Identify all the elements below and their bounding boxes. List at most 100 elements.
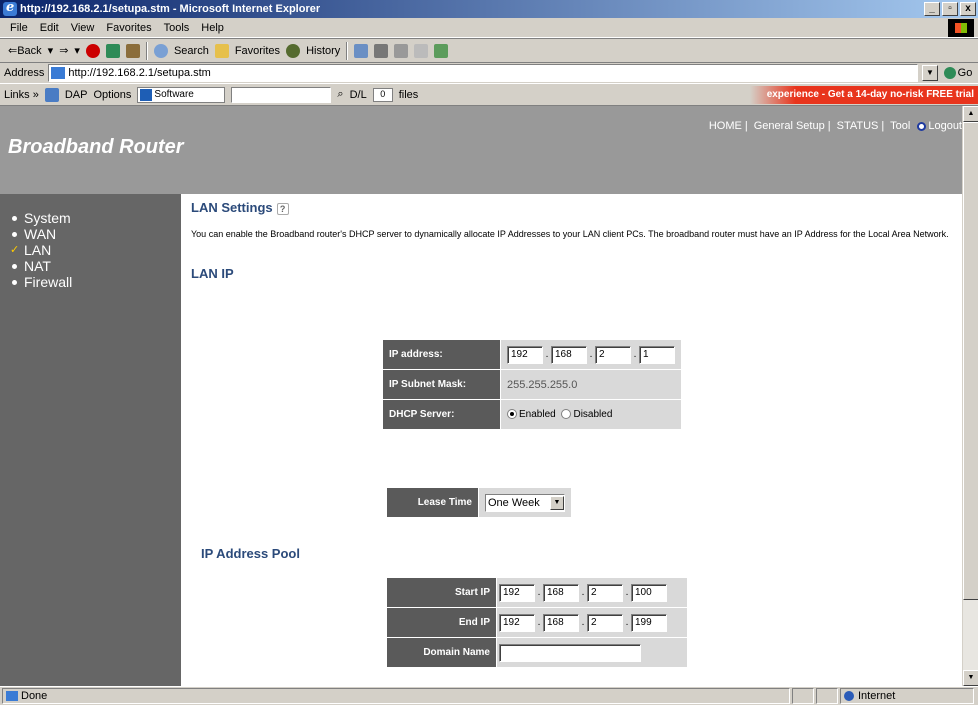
messenger-icon[interactable]	[434, 43, 449, 58]
dhcp-enabled-label: Enabled	[519, 409, 556, 420]
stop-icon[interactable]	[85, 43, 100, 58]
lease-time-field: One Week ▼	[479, 488, 571, 518]
logout-link[interactable]: Logout	[928, 120, 962, 132]
start-ip-octet-4-input[interactable]: 100	[631, 583, 667, 602]
favorites-icon[interactable]	[214, 43, 229, 58]
lease-time-select[interactable]: One Week ▼	[485, 493, 565, 512]
ip-octet-3-input[interactable]: 2	[595, 345, 631, 364]
discuss-icon[interactable]	[414, 43, 429, 58]
page-description: You can enable the Broadband router's DH…	[191, 229, 949, 239]
internet-explorer-icon	[3, 0, 17, 17]
links-toolbar: Links » DAP Options Software ⌕ D/L 0 fil…	[0, 84, 978, 106]
software-icon	[140, 88, 153, 101]
history-button[interactable]: History	[306, 45, 340, 57]
main-content: LAN Settings? You can enable the Broadba…	[181, 194, 962, 686]
links-label[interactable]: Links »	[4, 89, 39, 101]
refresh-icon[interactable]	[105, 43, 120, 58]
nav-general-setup-link[interactable]: General Setup	[754, 120, 825, 132]
toolbar-separator	[346, 41, 349, 60]
dhcp-enabled-radio[interactable]	[507, 409, 517, 420]
history-icon[interactable]	[286, 43, 301, 58]
domain-name-input[interactable]	[499, 643, 641, 662]
links-search-input[interactable]	[231, 86, 332, 103]
status-text-pane: Done	[2, 688, 790, 704]
start-ip-octet-1-input[interactable]: 192	[499, 583, 535, 602]
vertical-scrollbar[interactable]: ▲ ▼	[962, 106, 978, 686]
download-count: 0	[372, 87, 393, 102]
domain-name-field	[497, 638, 687, 668]
lease-time-value: One Week	[488, 496, 540, 509]
close-button[interactable]: x	[960, 2, 976, 16]
nav-status-link[interactable]: STATUS	[837, 120, 879, 132]
options-button[interactable]: Options	[93, 89, 131, 101]
sidebar-item-system[interactable]: System	[0, 210, 181, 226]
logout-icon[interactable]	[917, 121, 927, 131]
help-icon[interactable]: ?	[276, 202, 289, 215]
dap-button[interactable]: DAP	[65, 89, 88, 101]
address-dropdown-button[interactable]: ▼	[922, 65, 938, 81]
menu-tools[interactable]: Tools	[164, 22, 190, 34]
go-arrow-icon	[943, 67, 956, 79]
dropdown-arrow-icon[interactable]: ▾	[48, 44, 54, 57]
end-ip-octet-3-input[interactable]: 2	[587, 613, 623, 632]
search-icon[interactable]: ⌕	[337, 88, 343, 101]
nav-tool-link[interactable]: Tool	[890, 120, 910, 132]
ip-octet-1-input[interactable]: 192	[507, 345, 543, 364]
print-icon[interactable]	[374, 43, 389, 58]
window-title: http://192.168.2.1/setupa.stm - Microsof…	[20, 3, 321, 15]
maximize-button[interactable]: ▫	[942, 2, 958, 16]
brand-title: Broadband Router	[8, 136, 184, 158]
dap-logo-icon[interactable]	[44, 87, 59, 102]
top-navigation: HOME | General Setup | STATUS | Tool Logout	[708, 120, 962, 132]
promo-banner[interactable]: experience - Get a 14-day no-risk FREE t…	[750, 86, 978, 104]
lan-ip-table: IP address: 192. 168. 2. 1 IP Subnet Mask: …	[383, 340, 681, 430]
page-viewport: Broadband Router HOME | General Setup | ST…	[0, 106, 962, 686]
dhcp-disabled-label: Disabled	[573, 409, 613, 420]
address-url: http://192.168.2.1/setupa.stm	[68, 67, 211, 79]
domain-name-label: Domain Name	[387, 638, 497, 668]
ip-octet-2-input[interactable]: 168	[551, 345, 587, 364]
end-ip-octet-1-input[interactable]: 192	[499, 613, 535, 632]
end-ip-octet-2-input[interactable]: 168	[543, 613, 579, 632]
dhcp-disabled-radio[interactable]	[561, 409, 572, 420]
home-icon[interactable]	[125, 43, 140, 58]
router-header: Broadband Router HOME | General Setup | ST…	[0, 106, 962, 194]
scroll-thumb[interactable]	[963, 122, 978, 600]
menu-help[interactable]: Help	[201, 22, 224, 34]
page-icon	[51, 67, 66, 79]
end-ip-label: End IP	[387, 608, 497, 638]
edit-icon[interactable]	[394, 43, 409, 58]
ip-octet-4-input[interactable]: 1	[639, 345, 675, 364]
menu-file[interactable]: File	[10, 22, 28, 34]
back-button[interactable]: ⇐Back	[8, 44, 42, 57]
menu-view[interactable]: View	[71, 22, 95, 34]
address-input[interactable]: http://192.168.2.1/setupa.stm	[48, 64, 918, 82]
standard-toolbar: ⇐Back ▾ ⇒ ▾ Search Favorites History	[0, 38, 978, 62]
sidebar-item-nat[interactable]: NAT	[0, 258, 181, 274]
mail-icon[interactable]	[354, 43, 369, 58]
menu-edit[interactable]: Edit	[40, 22, 59, 34]
sidebar-item-firewall[interactable]: Firewall	[0, 274, 181, 290]
search-icon[interactable]	[153, 43, 168, 58]
go-button[interactable]: Go	[938, 67, 978, 79]
window-controls: _ ▫ x	[924, 2, 976, 16]
search-button[interactable]: Search	[174, 45, 209, 57]
scroll-up-button[interactable]: ▲	[963, 106, 978, 122]
dhcp-server-options: Enabled Disabled	[501, 400, 681, 430]
security-zone-pane: Internet	[840, 688, 974, 704]
start-ip-octet-3-input[interactable]: 2	[587, 583, 623, 602]
lan-settings-title: LAN Settings	[191, 200, 273, 215]
nav-home-link[interactable]: HOME	[709, 120, 742, 132]
sidebar-item-lan[interactable]: LAN	[0, 242, 181, 258]
dropdown-arrow-icon[interactable]: ▾	[74, 44, 80, 57]
sidebar-item-wan[interactable]: WAN	[0, 226, 181, 242]
minimize-button[interactable]: _	[924, 2, 940, 16]
globe-icon	[844, 691, 854, 701]
software-select[interactable]: Software	[137, 86, 226, 103]
end-ip-octet-4-input[interactable]: 199	[631, 613, 667, 632]
start-ip-octet-2-input[interactable]: 168	[543, 583, 579, 602]
forward-button[interactable]: ⇒	[59, 44, 68, 57]
menu-favorites[interactable]: Favorites	[106, 22, 151, 34]
favorites-button[interactable]: Favorites	[235, 45, 280, 57]
scroll-down-button[interactable]: ▼	[963, 670, 978, 686]
